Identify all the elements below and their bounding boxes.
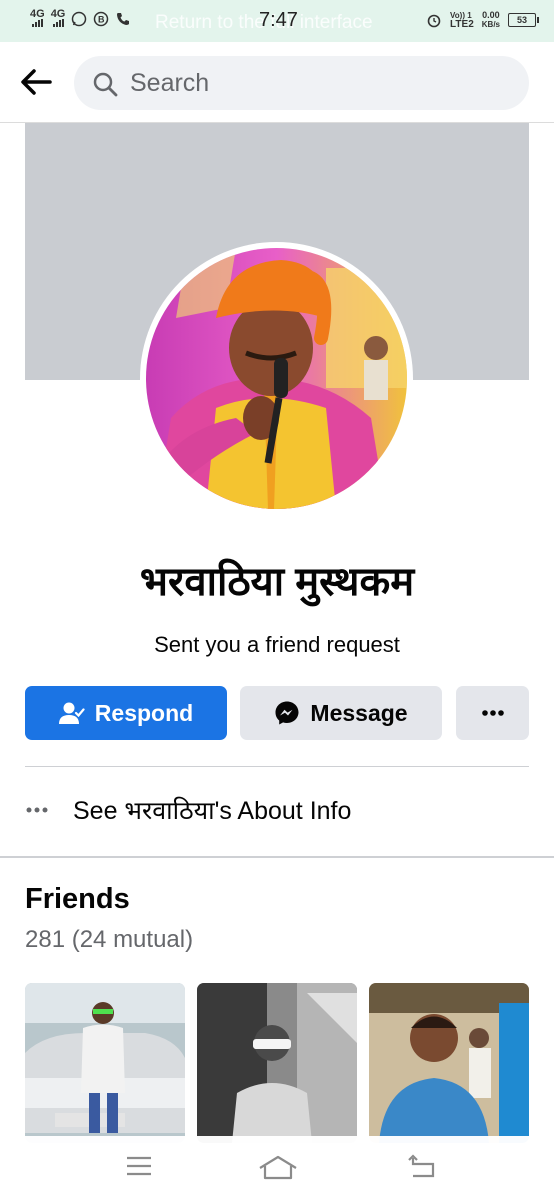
status-right-icons: Vo)) 1 LTE2 0.00 KB/s 53 [426,10,539,30]
network-speed: 0.00 KB/s [481,10,500,30]
back-arrow-icon[interactable] [16,62,56,102]
friend-photo[interactable] [25,983,185,1143]
add-friend-icon [58,702,85,724]
section-divider [0,856,554,858]
friend-photo-illustration [25,983,185,1143]
phone-icon [117,12,130,25]
more-icon [481,710,504,716]
lte-label: LTE2 [450,19,474,30]
more-options-button[interactable] [456,686,529,740]
speed-value: 0.00 [482,10,500,20]
divider [25,766,529,767]
profile-photo-illustration [146,248,407,509]
menu-icon[interactable] [124,1154,154,1178]
volte-indicator: Vo)) 1 LTE2 [450,11,474,30]
business-icon: B [94,11,109,26]
friend-photo-illustration [369,983,529,1143]
signal-icon-1: 4G [30,8,45,27]
whatsapp-icon [72,11,87,26]
search-placeholder: Search [130,69,210,97]
status-bar: 4G 4G B Return to the full interface 7:4… [0,0,554,42]
message-label: Message [310,699,408,726]
alarm-icon [427,14,441,28]
system-navigation-bar [0,1136,554,1200]
friends-heading[interactable]: Friends [25,883,130,916]
battery-icon: 53 [508,13,539,27]
messenger-icon [275,701,299,725]
profile-name: भरवाठिया मुस्थकम [139,560,415,604]
about-info-link[interactable]: See भरवाठिया's About Info [25,788,351,832]
friend-photo-illustration [197,983,357,1143]
status-left-icons: 4G 4G B [30,8,131,27]
friend-request-subtitle: Sent you a friend request [154,632,400,657]
svg-text:B: B [98,14,105,24]
network-label-1: 4G [30,8,45,20]
back-nav-icon[interactable] [407,1154,437,1180]
friend-photo[interactable] [369,983,529,1143]
search-icon [93,72,118,97]
friend-photo[interactable] [197,983,357,1143]
signal-icon-2: 4G [50,8,66,27]
search-input[interactable]: Search [74,56,529,110]
home-icon[interactable] [258,1154,298,1180]
respond-label: Respond [94,699,194,726]
top-bar: Search [0,42,554,123]
profile-picture-frame[interactable] [140,242,413,515]
respond-button[interactable]: Respond [25,686,227,740]
about-info-label: See भरवाठिया's About Info [73,797,352,825]
network-label-2: 4G [50,8,66,20]
speed-unit: KB/s [481,20,500,29]
status-time: 7:47 [259,9,298,31]
profile-picture[interactable] [146,248,407,509]
ellipsis-icon [26,807,48,813]
friends-count: 281 (24 mutual) [25,926,194,953]
message-button[interactable]: Message [240,686,442,740]
